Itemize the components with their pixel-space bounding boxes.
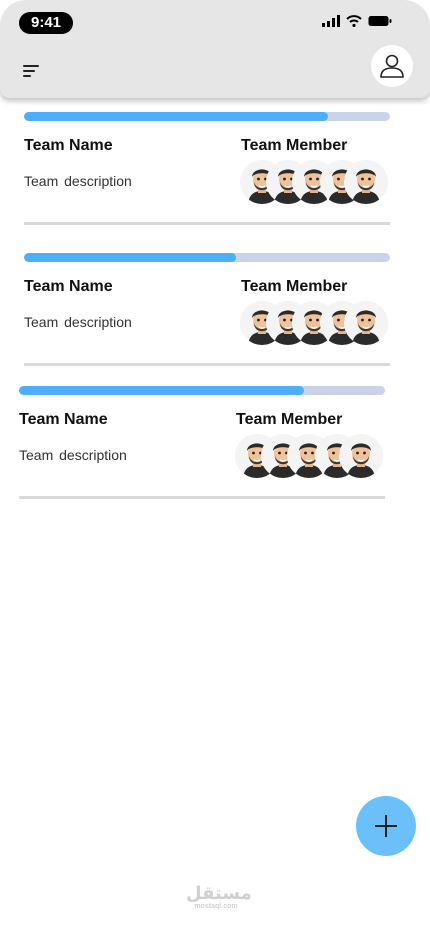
card-divider (19, 496, 385, 499)
watermark-arabic: مستقل (186, 883, 252, 904)
team-member-avatars[interactable] (235, 434, 385, 478)
team-progress-bar (24, 253, 390, 262)
watermark: مستقل mostaql.com (186, 883, 252, 911)
sort-lines-icon (23, 65, 39, 77)
team-progress-fill (24, 253, 237, 262)
battery-icon (368, 16, 392, 26)
team-name: Team Name (24, 137, 113, 154)
team-member-label: Team Member (236, 411, 343, 428)
user-icon (380, 54, 404, 78)
signal-icon (322, 15, 340, 27)
app-header: 9:41 (0, 0, 430, 98)
team-progress-fill (24, 112, 328, 121)
plus-icon (375, 815, 397, 837)
team-description: Team description (19, 447, 127, 463)
team-description: Team description (24, 173, 132, 189)
status-time: 9:41 (19, 12, 73, 34)
team-name: Team Name (19, 411, 108, 428)
team-name: Team Name (24, 278, 113, 295)
team-progress-fill (19, 386, 305, 395)
team-card[interactable]: Team Name Team Member Team description (24, 253, 390, 369)
team-member-avatars[interactable] (240, 160, 390, 204)
wifi-icon (346, 15, 362, 27)
menu-button[interactable] (22, 63, 42, 79)
team-card[interactable]: Team Name Team Member Team description (19, 386, 385, 502)
status-icons (322, 15, 392, 27)
member-avatar (344, 301, 388, 345)
watermark-latin: mostaql.com (194, 903, 238, 910)
team-card[interactable]: Team Name Team Member Team description (24, 112, 390, 228)
phone-screen: 9:41 Team Name Team Member Team descript… (0, 0, 430, 932)
team-member-label: Team Member (241, 137, 348, 154)
team-progress-bar (24, 112, 390, 121)
team-member-label: Team Member (241, 278, 348, 295)
card-divider (24, 222, 390, 225)
member-avatar (344, 160, 388, 204)
card-divider (24, 363, 390, 366)
add-team-button[interactable] (356, 796, 416, 856)
team-description: Team description (24, 314, 132, 330)
team-progress-bar (19, 386, 385, 395)
profile-button[interactable] (371, 45, 413, 87)
team-member-avatars[interactable] (240, 301, 390, 345)
member-avatar (339, 434, 383, 478)
